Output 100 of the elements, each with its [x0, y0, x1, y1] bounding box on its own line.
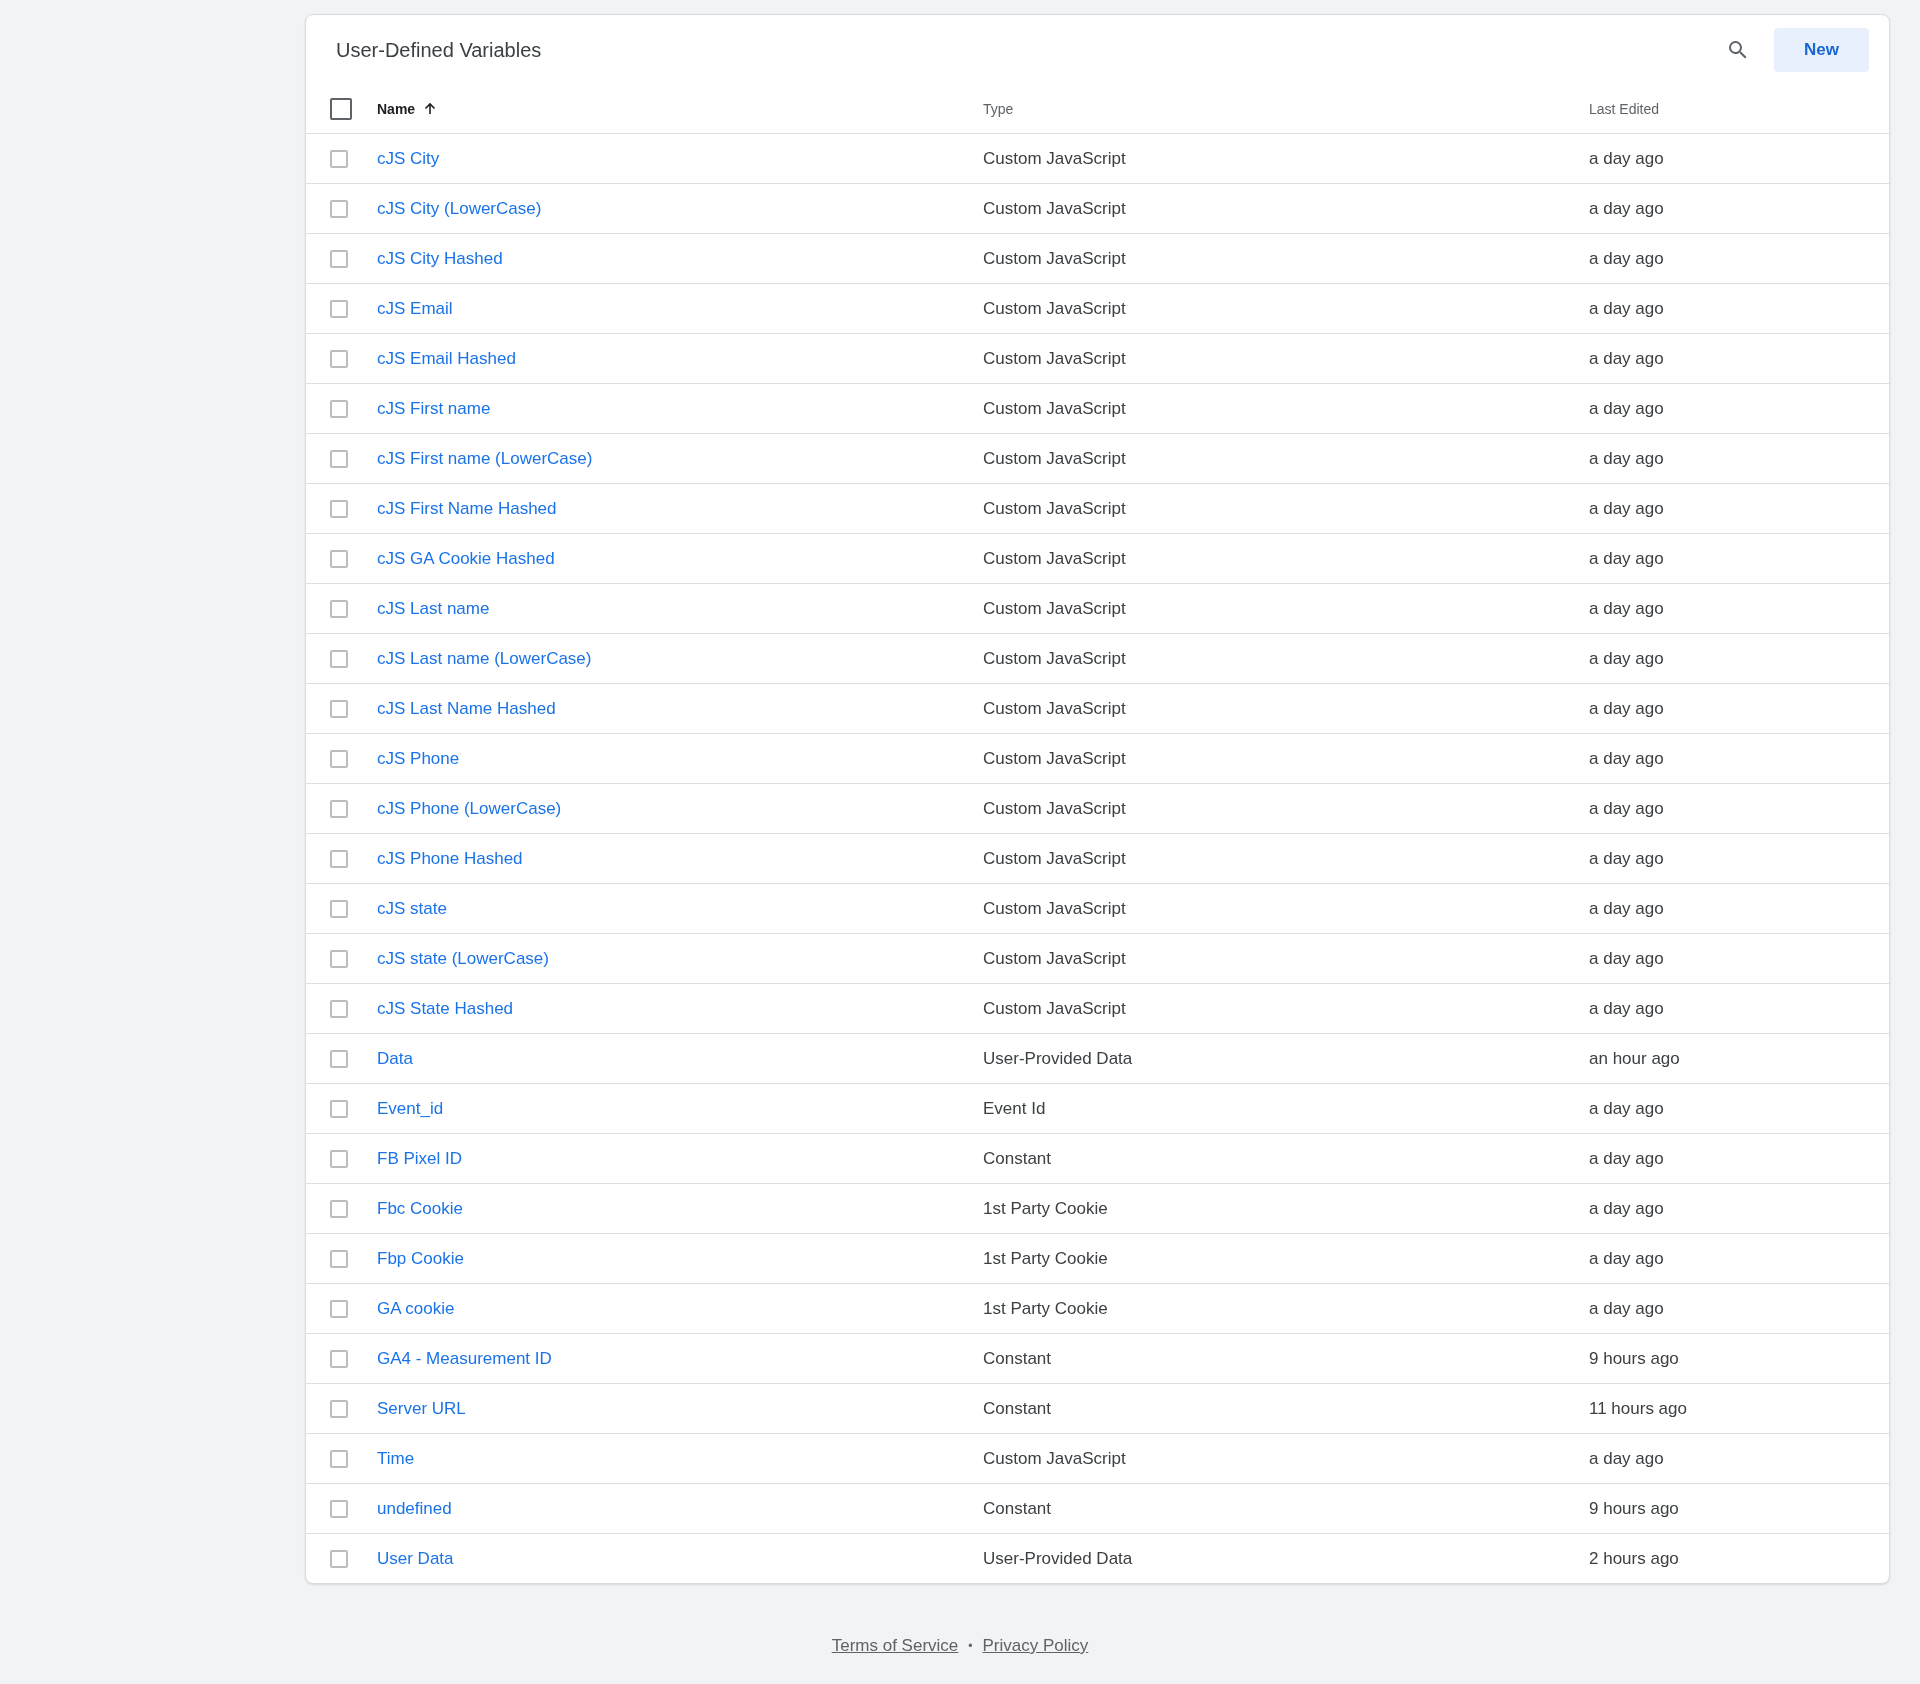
last-edited-cell: 2 hours ago	[1589, 1548, 1679, 1568]
type-cell: Custom JavaScript	[983, 598, 1126, 618]
type-cell: 1st Party Cookie	[983, 1198, 1108, 1218]
variable-name-link[interactable]: cJS First name	[377, 398, 491, 418]
variable-name-link[interactable]: Fbc Cookie	[377, 1198, 463, 1218]
column-header[interactable]: Name	[377, 101, 416, 117]
column-header[interactable]: Last Edited	[1589, 101, 1660, 117]
variable-name-link[interactable]: cJS City (LowerCase)	[377, 198, 542, 218]
row-checkbox[interactable]	[330, 449, 348, 468]
row-checkbox[interactable]	[330, 649, 348, 668]
type-cell: Custom JavaScript	[983, 348, 1126, 368]
variable-name-link[interactable]: cJS Last name	[377, 598, 490, 618]
type-cell: Custom JavaScript	[983, 398, 1126, 418]
row-checkbox[interactable]	[330, 599, 348, 618]
variable-name-link[interactable]: cJS City	[377, 148, 440, 168]
footer-link[interactable]: Privacy Policy	[982, 1636, 1089, 1656]
last-edited-cell: a day ago	[1589, 1248, 1664, 1268]
row-checkbox[interactable]	[330, 1549, 348, 1568]
last-edited-cell: 9 hours ago	[1589, 1498, 1679, 1518]
separator-dot: •	[968, 1639, 973, 1653]
last-edited-cell: a day ago	[1589, 348, 1664, 368]
select-all-checkbox[interactable]	[330, 98, 352, 120]
last-edited-cell: a day ago	[1589, 1198, 1664, 1218]
variable-name-link[interactable]: Fbp Cookie	[377, 1248, 464, 1268]
last-edited-cell: a day ago	[1589, 548, 1664, 568]
type-cell: Constant	[983, 1348, 1052, 1368]
type-cell: Custom JavaScript	[983, 298, 1126, 318]
variable-name-link[interactable]: cJS state (LowerCase)	[377, 948, 549, 968]
last-edited-cell: a day ago	[1589, 1448, 1664, 1468]
type-cell: Constant	[983, 1498, 1052, 1518]
last-edited-cell: a day ago	[1589, 448, 1664, 468]
type-cell: Custom JavaScript	[983, 248, 1126, 268]
row-checkbox[interactable]	[330, 499, 348, 518]
last-edited-cell: a day ago	[1589, 1098, 1664, 1118]
row-checkbox[interactable]	[330, 899, 348, 918]
last-edited-cell: a day ago	[1589, 148, 1664, 168]
row-checkbox[interactable]	[330, 1349, 348, 1368]
last-edited-cell: a day ago	[1589, 648, 1664, 668]
type-cell: Custom JavaScript	[983, 798, 1126, 818]
type-cell: Custom JavaScript	[983, 748, 1126, 768]
sort-arrow-icon[interactable]	[423, 102, 438, 116]
row-checkbox[interactable]	[330, 1499, 348, 1518]
variable-name-link[interactable]: cJS City Hashed	[377, 248, 503, 268]
variable-name-link[interactable]: undefined	[377, 1498, 452, 1518]
footer-link[interactable]: Terms of Service	[831, 1636, 959, 1656]
row-checkbox[interactable]	[330, 799, 348, 818]
row-checkbox[interactable]	[330, 249, 348, 268]
row-checkbox[interactable]	[330, 949, 348, 968]
row-checkbox[interactable]	[330, 1249, 348, 1268]
row-checkbox[interactable]	[330, 1399, 348, 1418]
variable-name-link[interactable]: cJS state	[377, 898, 447, 918]
last-edited-cell: a day ago	[1589, 948, 1664, 968]
row-checkbox[interactable]	[330, 349, 348, 368]
row-checkbox[interactable]	[330, 1449, 348, 1468]
variable-name-link[interactable]: cJS Phone	[377, 748, 460, 768]
variable-name-link[interactable]: cJS Last Name Hashed	[377, 698, 556, 718]
variable-name-link[interactable]: User Data	[377, 1548, 454, 1568]
variable-name-link[interactable]: Event_id	[377, 1098, 444, 1118]
row-checkbox[interactable]	[330, 749, 348, 768]
row-checkbox[interactable]	[330, 1149, 348, 1168]
variable-name-link[interactable]: cJS Phone (LowerCase)	[377, 798, 562, 818]
row-checkbox[interactable]	[330, 999, 348, 1018]
variable-name-link[interactable]: cJS Last name (LowerCase)	[377, 648, 592, 668]
variable-name-link[interactable]: cJS First name (LowerCase)	[377, 448, 593, 468]
row-checkbox[interactable]	[330, 699, 348, 718]
row-checkbox[interactable]	[330, 849, 348, 868]
last-edited-cell: a day ago	[1589, 698, 1664, 718]
last-edited-cell: 9 hours ago	[1589, 1348, 1679, 1368]
last-edited-cell: a day ago	[1589, 748, 1664, 768]
row-checkbox[interactable]	[330, 549, 348, 568]
variable-name-link[interactable]: cJS Email	[377, 298, 453, 318]
new-button[interactable]: New	[1774, 28, 1869, 72]
variable-name-link[interactable]: cJS GA Cookie Hashed	[377, 548, 555, 568]
row-checkbox[interactable]	[330, 1199, 348, 1218]
variable-name-link[interactable]: Server URL	[377, 1398, 466, 1418]
last-edited-cell: a day ago	[1589, 298, 1664, 318]
last-edited-cell: a day ago	[1589, 498, 1664, 518]
variable-name-link[interactable]: GA4 - Measurement ID	[377, 1348, 552, 1368]
variable-name-link[interactable]: cJS Phone Hashed	[377, 848, 523, 868]
variable-name-link[interactable]: Time	[377, 1448, 415, 1468]
row-checkbox[interactable]	[330, 199, 348, 218]
type-cell: Custom JavaScript	[983, 448, 1126, 468]
variable-name-link[interactable]: Data	[377, 1048, 413, 1068]
variable-name-link[interactable]: cJS Email Hashed	[377, 348, 516, 368]
column-header[interactable]: Type	[983, 101, 1014, 117]
variable-name-link[interactable]: FB Pixel ID	[377, 1148, 463, 1168]
row-checkbox[interactable]	[330, 1099, 348, 1118]
row-checkbox[interactable]	[330, 299, 348, 318]
row-checkbox[interactable]	[330, 149, 348, 168]
last-edited-cell: a day ago	[1589, 248, 1664, 268]
panel-title: User-Defined Variables	[336, 38, 542, 62]
type-cell: Custom JavaScript	[983, 1448, 1126, 1468]
type-cell: Custom JavaScript	[983, 698, 1126, 718]
last-edited-cell: a day ago	[1589, 598, 1664, 618]
row-checkbox[interactable]	[330, 1049, 348, 1068]
row-checkbox[interactable]	[330, 399, 348, 418]
row-checkbox[interactable]	[330, 1299, 348, 1318]
variable-name-link[interactable]: GA cookie	[377, 1298, 455, 1318]
variable-name-link[interactable]: cJS State Hashed	[377, 998, 514, 1018]
variable-name-link[interactable]: cJS First Name Hashed	[377, 498, 557, 518]
